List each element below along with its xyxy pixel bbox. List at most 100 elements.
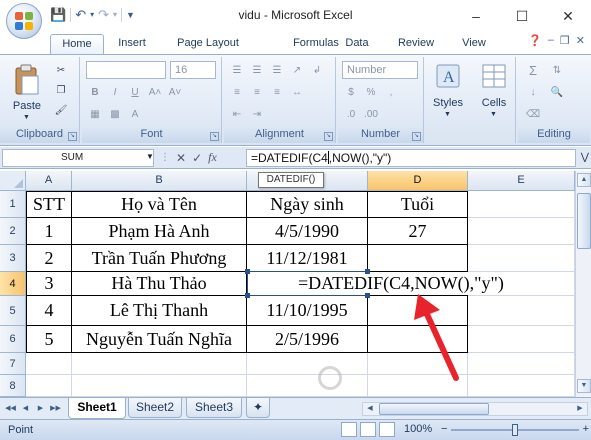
- align-top-icon[interactable]: ☰: [228, 63, 246, 79]
- column-header-b[interactable]: B: [72, 171, 247, 191]
- cell-d1[interactable]: Tuổi: [368, 191, 468, 218]
- column-header-e[interactable]: E: [468, 171, 575, 191]
- font-name-input[interactable]: [86, 61, 166, 79]
- cell-e3[interactable]: [468, 245, 575, 272]
- horizontal-scroll-thumb[interactable]: [379, 403, 489, 415]
- cell-c8[interactable]: [247, 375, 368, 397]
- cell-c6[interactable]: 2/5/1996: [247, 326, 368, 353]
- zoom-slider[interactable]: − +: [441, 423, 589, 436]
- cell-e6[interactable]: [468, 326, 575, 353]
- increase-indent-icon[interactable]: ⇥: [248, 107, 266, 123]
- decrease-decimal-icon[interactable]: .00: [362, 107, 380, 123]
- cell-c1[interactable]: Ngày sinh: [247, 191, 368, 218]
- clear-icon[interactable]: ⌫: [524, 107, 542, 123]
- font-shrink-icon[interactable]: A˅: [166, 85, 184, 101]
- zoom-out-icon[interactable]: −: [441, 423, 447, 435]
- insert-sheet-icon[interactable]: ✦: [246, 398, 270, 418]
- cells-group[interactable]: Cells ▼: [472, 57, 516, 143]
- scroll-up-icon[interactable]: ▲: [577, 173, 591, 187]
- column-header-a[interactable]: A: [26, 171, 72, 191]
- cell-a2[interactable]: 1: [26, 218, 72, 245]
- align-center-icon[interactable]: ≡: [248, 85, 266, 101]
- font-color-icon[interactable]: A: [126, 107, 144, 123]
- cut-icon[interactable]: ✂: [52, 63, 70, 79]
- merge-center-icon[interactable]: ↔: [288, 85, 306, 101]
- cell-c7[interactable]: [247, 353, 368, 375]
- sort-filter-icon[interactable]: ⇅: [548, 63, 566, 79]
- close-workbook-icon[interactable]: ✕: [576, 34, 585, 47]
- sheet-tab-sheet3[interactable]: Sheet3: [186, 398, 242, 418]
- cell-a1[interactable]: STT: [26, 191, 72, 218]
- reference-handle-tr[interactable]: [365, 269, 370, 274]
- borders-icon[interactable]: ▦: [86, 107, 104, 123]
- align-left-icon[interactable]: ≡: [228, 85, 246, 101]
- row-header-2[interactable]: 2: [0, 218, 26, 245]
- styles-dropdown-icon[interactable]: ▼: [444, 111, 451, 118]
- zoom-slider-knob[interactable]: [512, 424, 518, 436]
- cells-dropdown-icon[interactable]: ▼: [490, 111, 497, 118]
- cell-a7[interactable]: [26, 353, 72, 375]
- help-icon[interactable]: ❓: [528, 34, 542, 47]
- cell-e7[interactable]: [468, 353, 575, 375]
- decrease-indent-icon[interactable]: ⇤: [228, 107, 246, 123]
- cell-a4[interactable]: 3: [26, 272, 72, 296]
- row-header-8[interactable]: 8: [0, 375, 26, 397]
- minimize-button[interactable]: –: [453, 0, 499, 32]
- vertical-scroll-thumb[interactable]: [577, 193, 591, 249]
- normal-view-icon[interactable]: [341, 422, 357, 437]
- row-header-3[interactable]: 3: [0, 245, 26, 272]
- underline-button[interactable]: U: [126, 85, 144, 101]
- increase-decimal-icon[interactable]: .0: [342, 107, 360, 123]
- reference-handle-br[interactable]: [365, 293, 370, 298]
- row-header-4[interactable]: 4: [0, 272, 26, 296]
- font-size-input[interactable]: 16: [170, 61, 216, 79]
- scroll-down-icon[interactable]: ▼: [577, 379, 591, 393]
- cancel-button[interactable]: ✕: [176, 151, 186, 165]
- cell-e1[interactable]: [468, 191, 575, 218]
- comma-style-icon[interactable]: ,: [382, 85, 400, 101]
- office-button[interactable]: [6, 3, 42, 39]
- currency-button[interactable]: $: [342, 85, 360, 101]
- cell-b2[interactable]: Phạm Hà Anh: [72, 218, 247, 245]
- sheet-tab-sheet1[interactable]: Sheet1: [68, 398, 126, 419]
- reference-handle-bl[interactable]: [245, 293, 250, 298]
- font-grow-icon[interactable]: A˄: [146, 85, 164, 101]
- tab-insert[interactable]: Insert: [110, 34, 154, 54]
- scroll-left-icon[interactable]: ◀: [363, 403, 377, 415]
- first-sheet-icon[interactable]: ◀◀: [4, 402, 17, 415]
- align-bottom-icon[interactable]: ☰: [268, 63, 286, 79]
- paste-button[interactable]: Paste ▼: [6, 61, 46, 123]
- cell-b3[interactable]: Trần Tuấn Phương: [72, 245, 247, 272]
- cell-b5[interactable]: Lê Thị Thanh: [72, 296, 247, 326]
- tab-view[interactable]: View: [455, 34, 493, 54]
- cell-a3[interactable]: 2: [26, 245, 72, 272]
- percent-button[interactable]: %: [362, 85, 380, 101]
- cell-b4[interactable]: Hà Thu Thảo: [72, 272, 247, 296]
- cell-d2[interactable]: 27: [368, 218, 468, 245]
- tab-page-layout[interactable]: Page Layout: [168, 34, 248, 54]
- row-header-1[interactable]: 1: [0, 191, 26, 218]
- styles-group[interactable]: A Styles ▼: [426, 57, 470, 143]
- cell-e2[interactable]: [468, 218, 575, 245]
- tab-review[interactable]: Review: [393, 34, 439, 54]
- name-box-dropdown-icon[interactable]: ▼: [146, 152, 154, 161]
- italic-button[interactable]: I: [106, 85, 124, 101]
- paste-dropdown-icon[interactable]: ▼: [23, 114, 30, 121]
- zoom-level[interactable]: 100%: [404, 423, 432, 435]
- clipboard-launcher-icon[interactable]: ↘: [68, 132, 77, 141]
- maximize-button[interactable]: ☐: [499, 0, 545, 32]
- reference-handle-tl[interactable]: [245, 269, 250, 274]
- font-launcher-icon[interactable]: ↘: [210, 132, 219, 141]
- cell-b1[interactable]: Họ và Tên: [72, 191, 247, 218]
- number-launcher-icon[interactable]: ↘: [412, 132, 421, 141]
- scroll-right-icon[interactable]: ▶: [573, 403, 587, 415]
- wrap-text-icon[interactable]: ↲: [308, 63, 326, 79]
- cell-b6[interactable]: Nguyễn Tuấn Nghĩa: [72, 326, 247, 353]
- tab-formulas[interactable]: Formulas: [286, 34, 346, 54]
- orientation-icon[interactable]: ↗: [288, 63, 306, 79]
- fill-color-icon[interactable]: ▩: [106, 107, 124, 123]
- align-middle-icon[interactable]: ☰: [248, 63, 266, 79]
- horizontal-scrollbar[interactable]: ◀ ▶: [362, 402, 588, 416]
- copy-icon[interactable]: ❐: [52, 83, 70, 99]
- vertical-scrollbar[interactable]: ▲ ▼: [575, 171, 591, 397]
